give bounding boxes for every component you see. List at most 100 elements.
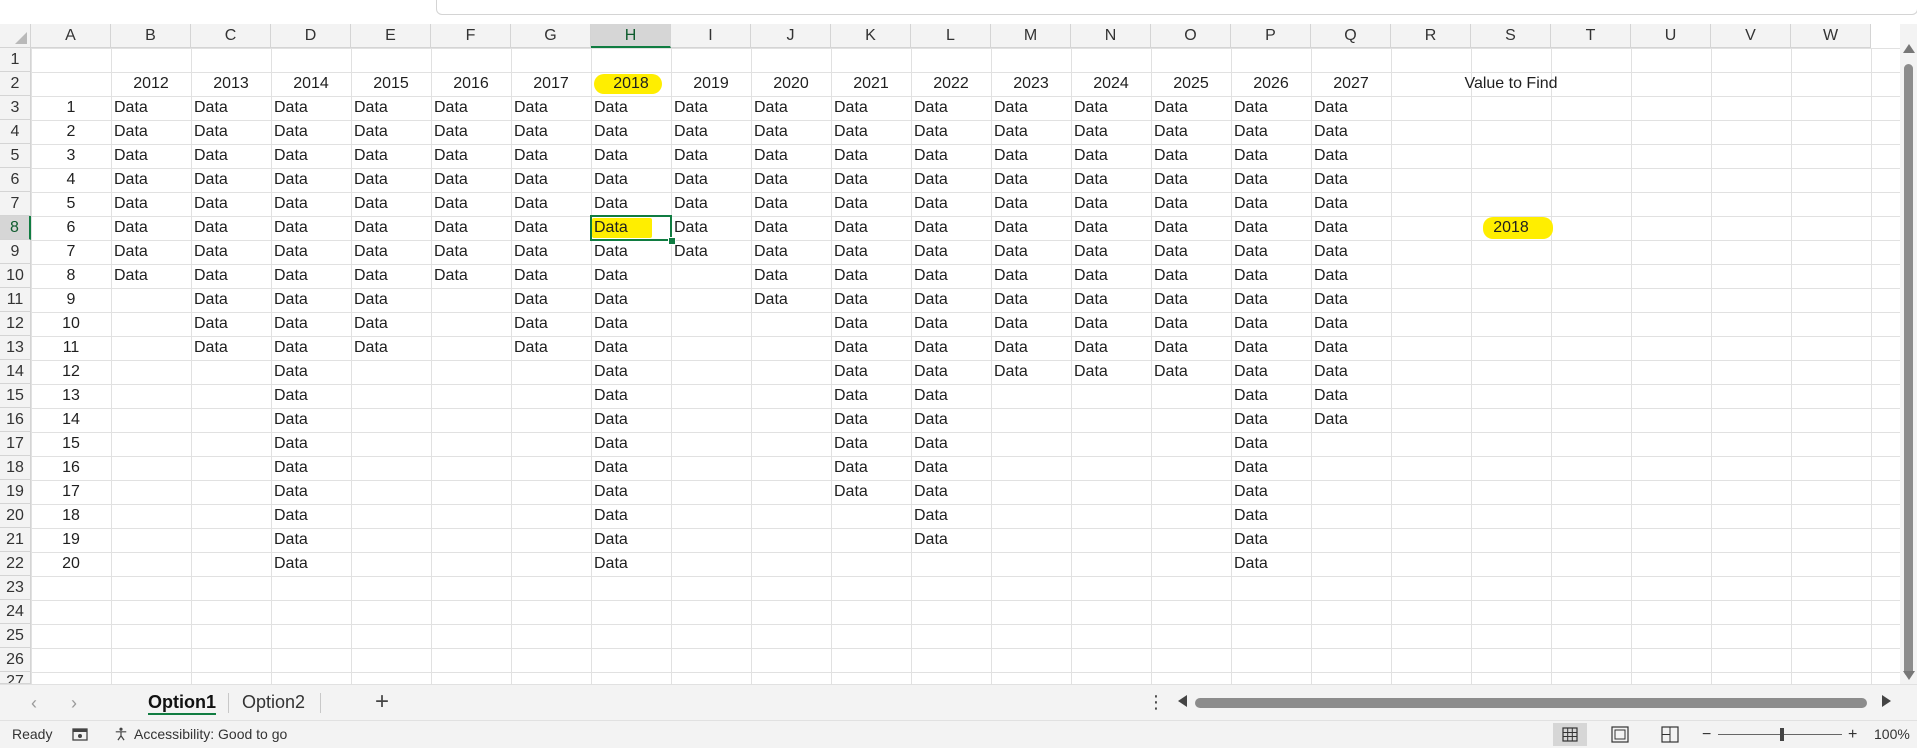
row-header-1[interactable]: 1 [0, 48, 31, 72]
data-cell[interactable]: Data [1071, 312, 1151, 336]
column-header-h[interactable]: H [591, 24, 671, 48]
data-cell[interactable]: Data [591, 240, 671, 264]
accessibility-icon[interactable] [113, 727, 129, 741]
data-cell[interactable]: Data [1311, 264, 1391, 288]
data-cell[interactable]: Data [991, 312, 1071, 336]
data-cell[interactable]: Data [591, 528, 671, 552]
data-cell[interactable]: Data [1071, 336, 1151, 360]
data-cell[interactable]: Data [111, 120, 191, 144]
data-cell[interactable]: Data [1231, 456, 1311, 480]
data-cell[interactable]: Data [1071, 360, 1151, 384]
row-header-26[interactable]: 26 [0, 648, 31, 672]
index-cell[interactable]: 17 [31, 480, 111, 504]
data-cell[interactable]: Data [271, 504, 351, 528]
column-header-f[interactable]: F [431, 24, 511, 48]
data-cell[interactable]: Data [1231, 240, 1311, 264]
data-cell[interactable]: Data [671, 216, 751, 240]
row-header-2[interactable]: 2 [0, 72, 31, 96]
data-cell[interactable]: Data [911, 336, 991, 360]
data-cell[interactable]: Data [831, 480, 911, 504]
data-cell[interactable]: Data [911, 288, 991, 312]
data-cell[interactable]: Data [1071, 240, 1151, 264]
row-header-3[interactable]: 3 [0, 96, 31, 120]
column-header-o[interactable]: O [1151, 24, 1231, 48]
data-cell[interactable]: Data [751, 96, 831, 120]
data-cell[interactable]: Data [431, 240, 511, 264]
data-cell[interactable]: Data [1311, 168, 1391, 192]
data-cell[interactable]: Data [1151, 96, 1231, 120]
data-cell[interactable]: Data [1071, 96, 1151, 120]
index-cell[interactable]: 13 [31, 384, 111, 408]
data-cell[interactable]: Data [1311, 192, 1391, 216]
data-cell[interactable]: Data [671, 240, 751, 264]
data-cell[interactable]: Data [111, 192, 191, 216]
data-cell[interactable]: Data [591, 456, 671, 480]
data-cell[interactable]: Data [831, 432, 911, 456]
index-cell[interactable]: 15 [31, 432, 111, 456]
data-cell[interactable]: Data [1311, 216, 1391, 240]
vertical-scrollbar[interactable] [1900, 24, 1917, 684]
data-cell[interactable]: Data [111, 96, 191, 120]
data-cell[interactable]: Data [911, 528, 991, 552]
data-cell[interactable]: Data [351, 192, 431, 216]
data-cell[interactable]: Data [1151, 336, 1231, 360]
row-header-6[interactable]: 6 [0, 168, 31, 192]
column-header-m[interactable]: M [991, 24, 1071, 48]
data-cell[interactable]: Data [191, 312, 271, 336]
data-cell[interactable]: Data [271, 216, 351, 240]
year-header-2012[interactable]: 2012 [111, 72, 191, 96]
data-cell[interactable]: Data [271, 288, 351, 312]
data-cell[interactable]: Data [511, 240, 591, 264]
index-cell[interactable]: 7 [31, 240, 111, 264]
data-cell[interactable]: Data [1231, 504, 1311, 528]
scroll-right-icon[interactable] [1882, 695, 1891, 707]
data-cell[interactable]: Data [1071, 168, 1151, 192]
column-header-b[interactable]: B [111, 24, 191, 48]
column-header-v[interactable]: V [1711, 24, 1791, 48]
data-cell[interactable]: Data [271, 456, 351, 480]
data-cell[interactable]: Data [831, 336, 911, 360]
column-header-w[interactable]: W [1791, 24, 1871, 48]
index-cell[interactable]: 8 [31, 264, 111, 288]
data-cell[interactable]: Data [911, 216, 991, 240]
row-header-21[interactable]: 21 [0, 528, 31, 552]
row-header-14[interactable]: 14 [0, 360, 31, 384]
data-cell[interactable]: Data [271, 192, 351, 216]
data-cell[interactable]: Data [351, 264, 431, 288]
data-cell[interactable]: Data [831, 360, 911, 384]
data-cell[interactable]: Data [351, 312, 431, 336]
data-cell[interactable]: Data [671, 144, 751, 168]
data-cell[interactable]: Data [991, 264, 1071, 288]
index-cell[interactable]: 6 [31, 216, 111, 240]
macro-recording-icon[interactable] [72, 727, 88, 741]
data-cell[interactable]: Data [751, 144, 831, 168]
data-cell[interactable]: Data [991, 336, 1071, 360]
column-header-l[interactable]: L [911, 24, 991, 48]
column-header-a[interactable]: A [31, 24, 111, 48]
data-cell[interactable]: Data [1311, 336, 1391, 360]
add-sheet-button[interactable]: + [367, 687, 397, 717]
row-header-11[interactable]: 11 [0, 288, 31, 312]
data-cell[interactable]: Data [911, 144, 991, 168]
row-header-23[interactable]: 23 [0, 576, 31, 600]
index-cell[interactable]: 11 [31, 336, 111, 360]
data-cell[interactable]: Data [991, 168, 1071, 192]
year-header-2013[interactable]: 2013 [191, 72, 271, 96]
index-cell[interactable]: 3 [31, 144, 111, 168]
formula-bar-edge[interactable] [436, 0, 1917, 15]
zoom-level[interactable]: 100% [1874, 721, 1910, 748]
data-cell[interactable]: Data [991, 144, 1071, 168]
data-cell[interactable]: Data [1231, 192, 1311, 216]
index-cell[interactable]: 10 [31, 312, 111, 336]
more-options-icon[interactable]: ⋮ [1147, 689, 1165, 715]
data-cell[interactable]: Data [1231, 336, 1311, 360]
column-header-i[interactable]: I [671, 24, 751, 48]
data-cell[interactable]: Data [1231, 432, 1311, 456]
data-cell[interactable]: Data [1231, 96, 1311, 120]
data-cell[interactable]: Data [1231, 216, 1311, 240]
scroll-down-icon[interactable] [1903, 671, 1915, 680]
normal-view-button[interactable] [1553, 723, 1587, 746]
data-cell[interactable]: Data [271, 552, 351, 576]
data-cell[interactable]: Data [1311, 408, 1391, 432]
data-cell[interactable]: Data [191, 192, 271, 216]
